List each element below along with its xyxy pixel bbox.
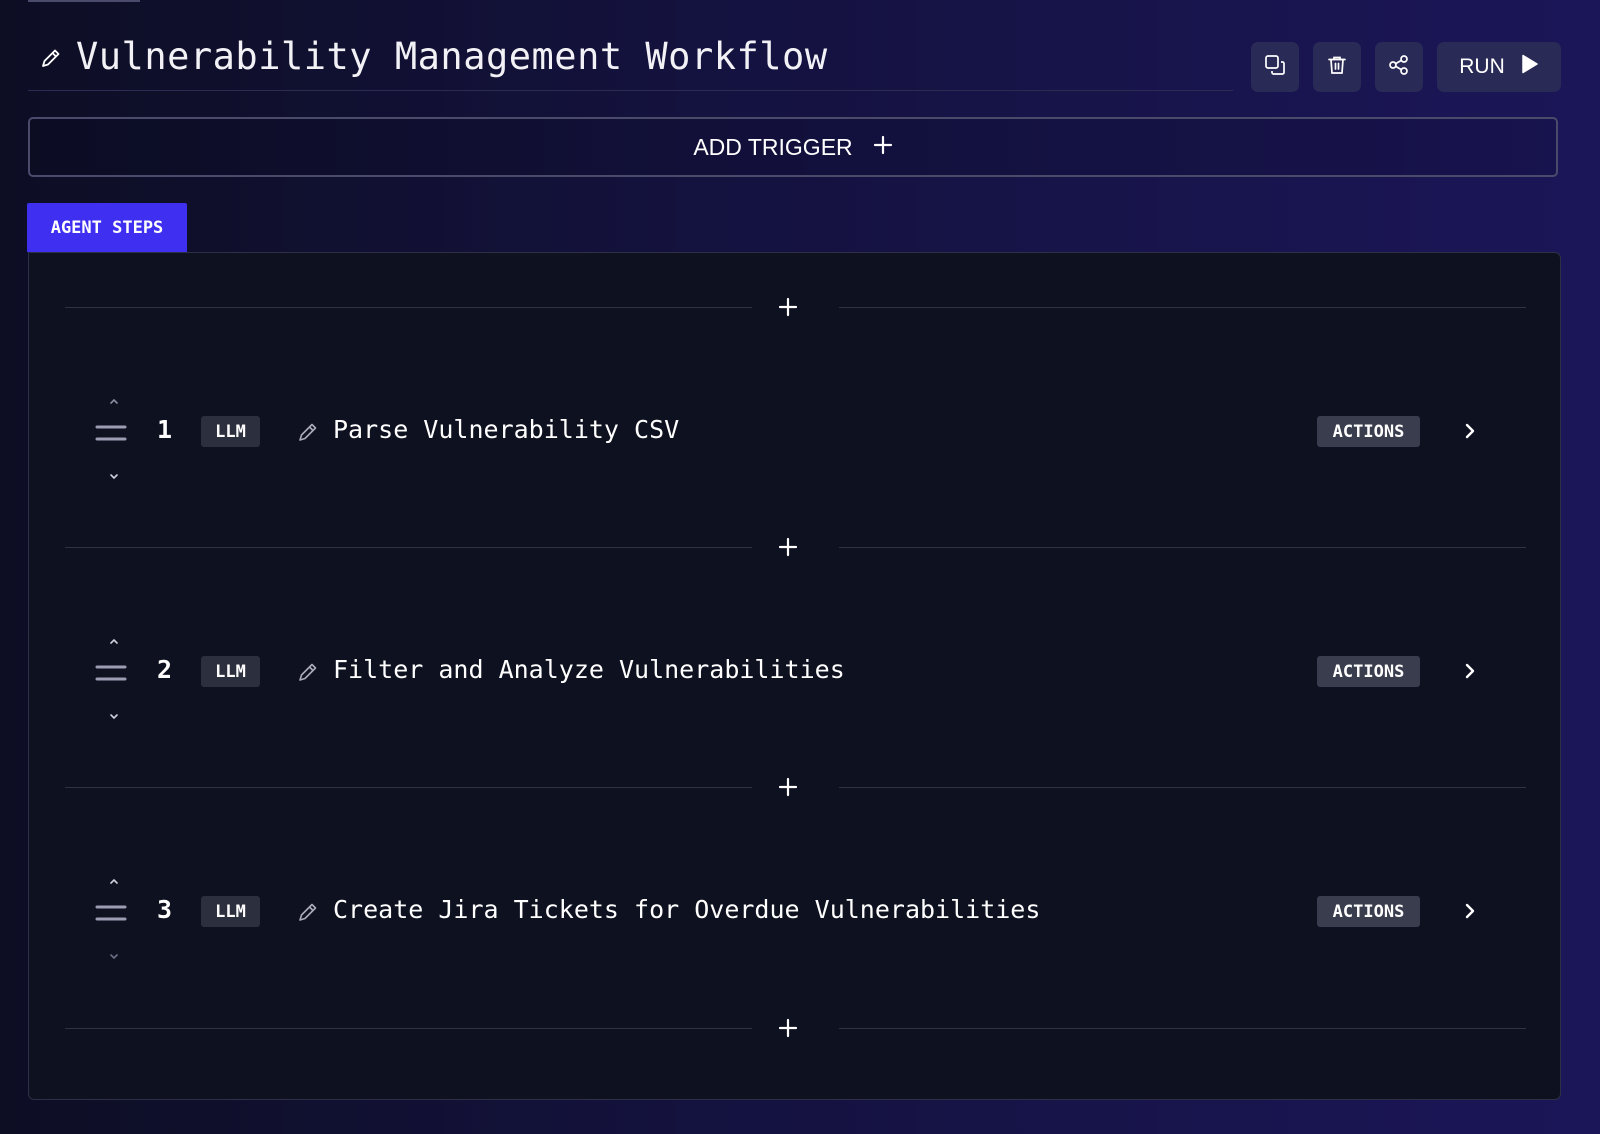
share-icon xyxy=(1388,54,1410,80)
chevron-right-icon[interactable] xyxy=(1457,658,1483,684)
drag-handle-icon[interactable] xyxy=(95,904,127,922)
step-number: 3 xyxy=(157,895,173,924)
move-down-icon[interactable] xyxy=(107,947,121,960)
divider-line xyxy=(839,1028,1526,1029)
insert-step-button[interactable] xyxy=(770,529,806,565)
divider-line xyxy=(65,547,752,548)
step-row[interactable]: 2 LLM Filter and Analyze Vulnerabilities… xyxy=(65,627,1526,727)
actions-button[interactable]: ACTIONS xyxy=(1317,896,1420,927)
trash-icon xyxy=(1326,54,1348,80)
move-down-icon[interactable] xyxy=(107,467,121,480)
insert-step-divider xyxy=(65,297,1526,317)
step-name[interactable]: Create Jira Tickets for Overdue Vulnerab… xyxy=(333,895,1040,924)
insert-step-button[interactable] xyxy=(770,289,806,325)
drag-handle-icon[interactable] xyxy=(95,664,127,682)
divider-line xyxy=(839,547,1526,548)
edit-step-icon[interactable] xyxy=(297,901,319,923)
step-name[interactable]: Parse Vulnerability CSV xyxy=(333,415,679,444)
duplicate-icon xyxy=(1264,54,1286,80)
plus-icon xyxy=(778,297,798,317)
step-row[interactable]: 1 LLM Parse Vulnerability CSV ACTIONS xyxy=(65,387,1526,487)
delete-button[interactable] xyxy=(1313,42,1361,92)
step-row[interactable]: 3 LLM Create Jira Tickets for Overdue Vu… xyxy=(65,867,1526,967)
plus-icon xyxy=(778,777,798,797)
workflow-title[interactable]: Vulnerability Management Workflow xyxy=(76,35,828,78)
divider-line xyxy=(839,787,1526,788)
actions-button[interactable]: ACTIONS xyxy=(1317,416,1420,447)
workflow-title-bar: Vulnerability Management Workflow xyxy=(28,26,1233,91)
insert-step-button[interactable] xyxy=(770,769,806,805)
divider-line xyxy=(839,307,1526,308)
run-label: RUN xyxy=(1459,55,1505,78)
agent-steps-panel: 1 LLM Parse Vulnerability CSV ACTIONS 2 … xyxy=(28,252,1561,1100)
add-trigger-button[interactable]: ADD TRIGGER xyxy=(28,117,1558,177)
chevron-right-icon[interactable] xyxy=(1457,898,1483,924)
duplicate-button[interactable] xyxy=(1251,42,1299,92)
run-button[interactable]: RUN xyxy=(1437,42,1561,92)
plus-icon xyxy=(778,537,798,557)
step-type-badge: LLM xyxy=(201,416,260,447)
actions-button[interactable]: ACTIONS xyxy=(1317,656,1420,687)
move-up-icon[interactable] xyxy=(107,871,121,884)
edit-step-icon[interactable] xyxy=(297,661,319,683)
insert-step-divider xyxy=(65,777,1526,797)
share-button[interactable] xyxy=(1375,42,1423,92)
step-name[interactable]: Filter and Analyze Vulnerabilities xyxy=(333,655,845,684)
step-type-badge: LLM xyxy=(201,656,260,687)
tab-agent-steps[interactable]: AGENT STEPS xyxy=(27,203,187,252)
insert-step-button[interactable] xyxy=(770,1010,806,1046)
step-number: 1 xyxy=(157,415,173,444)
move-down-icon[interactable] xyxy=(107,707,121,720)
insert-step-divider xyxy=(65,537,1526,557)
edit-step-icon[interactable] xyxy=(297,421,319,443)
play-icon xyxy=(1521,54,1539,80)
divider-line xyxy=(65,307,752,308)
plus-icon xyxy=(778,1018,798,1038)
step-type-badge: LLM xyxy=(201,896,260,927)
step-number: 2 xyxy=(157,655,173,684)
plus-icon xyxy=(873,134,893,161)
move-up-icon[interactable] xyxy=(107,391,121,404)
top-accent-line xyxy=(28,0,140,2)
workflow-toolbar: RUN xyxy=(1251,42,1561,92)
divider-line xyxy=(65,787,752,788)
pencil-icon[interactable] xyxy=(40,45,66,71)
drag-handle-icon[interactable] xyxy=(95,424,127,442)
move-up-icon[interactable] xyxy=(107,631,121,644)
insert-step-divider xyxy=(65,1018,1526,1038)
divider-line xyxy=(65,1028,752,1029)
chevron-right-icon[interactable] xyxy=(1457,418,1483,444)
add-trigger-label: ADD TRIGGER xyxy=(693,133,853,160)
